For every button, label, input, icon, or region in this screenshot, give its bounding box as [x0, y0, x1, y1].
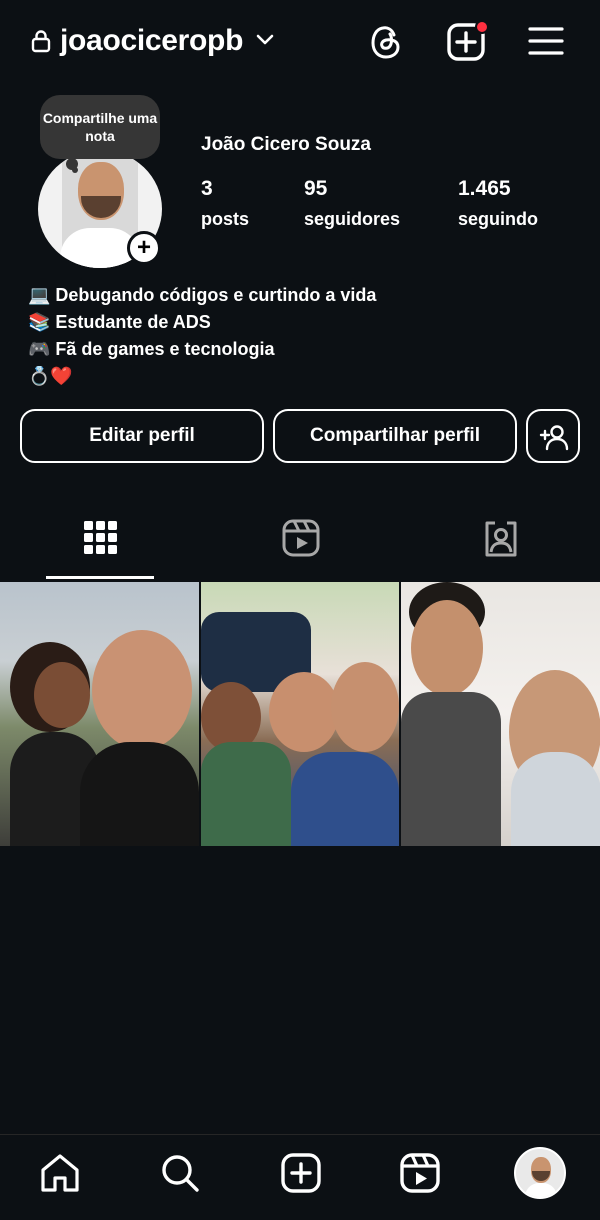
top-bar: joaociceropb [0, 0, 600, 84]
home-icon[interactable] [38, 1151, 82, 1195]
bottom-navigation [0, 1134, 600, 1220]
edit-profile-button[interactable]: Editar perfil [20, 409, 264, 463]
add-person-icon [539, 425, 569, 451]
threads-icon[interactable] [368, 22, 404, 62]
profile-full-name: João Cicero Souza [201, 134, 371, 155]
post-thumbnail-1[interactable] [0, 582, 199, 846]
add-story-button[interactable]: + [127, 231, 161, 265]
profile-tabs [0, 500, 600, 580]
profile-avatar[interactable] [514, 1147, 566, 1199]
reels-icon[interactable] [398, 1151, 442, 1195]
active-tab-indicator [46, 576, 154, 579]
followers-count[interactable]: 95 seguidores [304, 176, 400, 230]
tab-reels[interactable] [200, 500, 400, 580]
create-icon[interactable] [279, 1151, 323, 1195]
stat-value: 1.465 [458, 177, 511, 200]
search-icon[interactable] [158, 1151, 202, 1195]
following-count[interactable]: 1.465 seguindo [458, 176, 538, 230]
note-bubble-tail-small [72, 167, 78, 173]
bio-line: 💍❤️ [28, 366, 73, 386]
tagged-icon [485, 521, 517, 557]
share-profile-button[interactable]: Compartilhar perfil [273, 409, 517, 463]
stat-label: seguindo [458, 209, 538, 229]
stat-value: 3 [201, 177, 213, 200]
username-switcher[interactable]: joaociceropb [60, 22, 243, 60]
chevron-down-icon[interactable] [255, 33, 275, 47]
tab-tagged[interactable] [400, 500, 600, 580]
profile-bio: 💻 Debugando códigos e curtindo a vida 📚 … [28, 282, 376, 390]
bio-line: 🎮 Fã de games e tecnologia [28, 339, 275, 359]
bio-line: 💻 Debugando códigos e curtindo a vida [28, 285, 377, 305]
bio-line: 📚 Estudante de ADS [28, 312, 211, 332]
posts-count[interactable]: 3 posts [201, 176, 249, 230]
post-thumbnail-2[interactable] [201, 582, 399, 846]
tab-posts[interactable] [0, 500, 200, 580]
note-bubble[interactable]: Compartilhe uma nota [40, 95, 160, 159]
posts-grid [0, 582, 600, 846]
grid-icon [84, 521, 117, 554]
stat-label: seguidores [304, 209, 401, 229]
stat-label: posts [201, 209, 250, 229]
stat-value: 95 [304, 177, 328, 200]
notification-dot [475, 20, 489, 34]
menu-icon[interactable] [528, 25, 564, 57]
reels-icon [282, 519, 320, 557]
discover-people-button[interactable] [526, 409, 580, 463]
post-thumbnail-3[interactable] [401, 582, 600, 846]
lock-icon [31, 30, 51, 53]
